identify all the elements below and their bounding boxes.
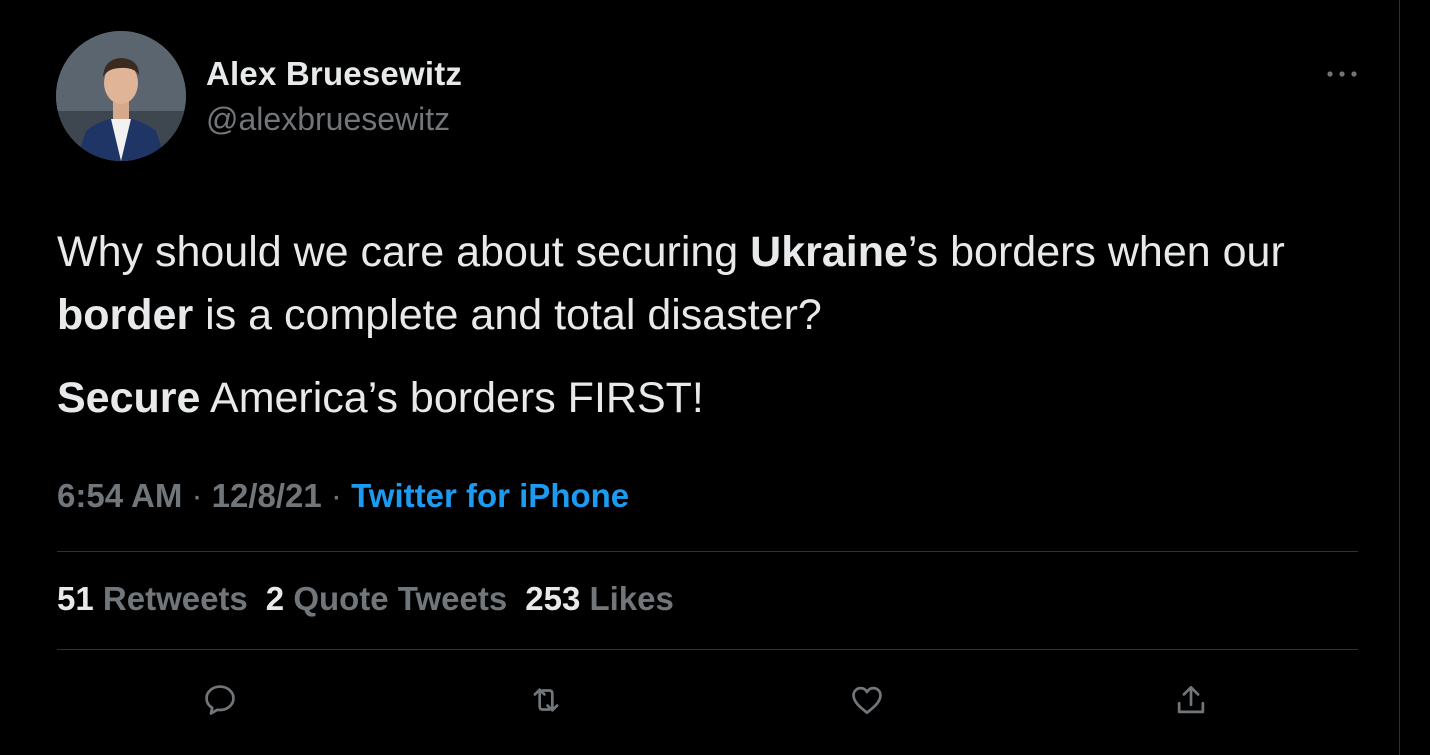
- tweet-text-segment: America’s borders FIRST!: [200, 374, 704, 422]
- frame-border: [1399, 0, 1400, 755]
- tweet-text-segment: is a complete and total disaster?: [193, 291, 822, 339]
- tweet-text-bold: Ukraine: [750, 228, 908, 276]
- retweet-button[interactable]: [526, 680, 566, 720]
- quote-tweets-label: Quote Tweets: [293, 580, 508, 617]
- tweet-text-segment: ’s borders when our: [907, 228, 1285, 276]
- tweet-metadata: 6:54 AM · 12/8/21 · Twitter for iPhone: [57, 477, 629, 515]
- tweet-text-bold: border: [57, 291, 194, 339]
- share-icon: [1177, 685, 1205, 714]
- divider: [57, 551, 1358, 552]
- divider: [57, 649, 1358, 650]
- tweet-text: Why should we care about securing Ukrain…: [57, 221, 1367, 430]
- avatar-image: [56, 31, 186, 161]
- more-options-button[interactable]: [1322, 62, 1362, 86]
- meta-separator: ·: [182, 477, 212, 514]
- likes-label: Likes: [589, 580, 674, 617]
- retweets-stat[interactable]: 51 Retweets: [57, 580, 248, 618]
- reply-icon: [205, 685, 235, 715]
- reply-button[interactable]: [200, 680, 240, 720]
- quote-tweets-count: 2: [265, 580, 285, 617]
- likes-count: 253: [525, 580, 581, 617]
- like-button[interactable]: [847, 680, 887, 720]
- likes-stat[interactable]: 253 Likes: [525, 580, 674, 618]
- heart-icon: [852, 686, 882, 715]
- quote-tweets-stat[interactable]: 2 Quote Tweets: [266, 580, 507, 618]
- meta-separator: ·: [321, 477, 352, 514]
- share-button[interactable]: [1171, 680, 1211, 720]
- engagement-stats: 51 Retweets 2 Quote Tweets 253 Likes: [57, 580, 674, 618]
- avatar[interactable]: [56, 31, 186, 161]
- tweet-paragraph: Why should we care about securing Ukrain…: [57, 221, 1367, 347]
- retweets-count: 51: [57, 580, 94, 617]
- tweet-time[interactable]: 6:54 AM: [57, 477, 182, 514]
- display-name[interactable]: Alex Bruesewitz: [206, 55, 462, 93]
- retweet-icon: [533, 688, 559, 712]
- tweet-text-bold: Secure: [57, 374, 201, 422]
- tweet-date[interactable]: 12/8/21: [212, 477, 322, 514]
- more-horizontal-icon: [1327, 71, 1357, 77]
- tweet-paragraph: Secure America’s borders FIRST!: [57, 367, 1367, 430]
- retweets-label: Retweets: [102, 580, 248, 617]
- username-handle[interactable]: @alexbruesewitz: [206, 101, 450, 138]
- tweet-text-segment: Why should we care about securing: [57, 228, 751, 276]
- tweet-source-link[interactable]: Twitter for iPhone: [351, 477, 629, 514]
